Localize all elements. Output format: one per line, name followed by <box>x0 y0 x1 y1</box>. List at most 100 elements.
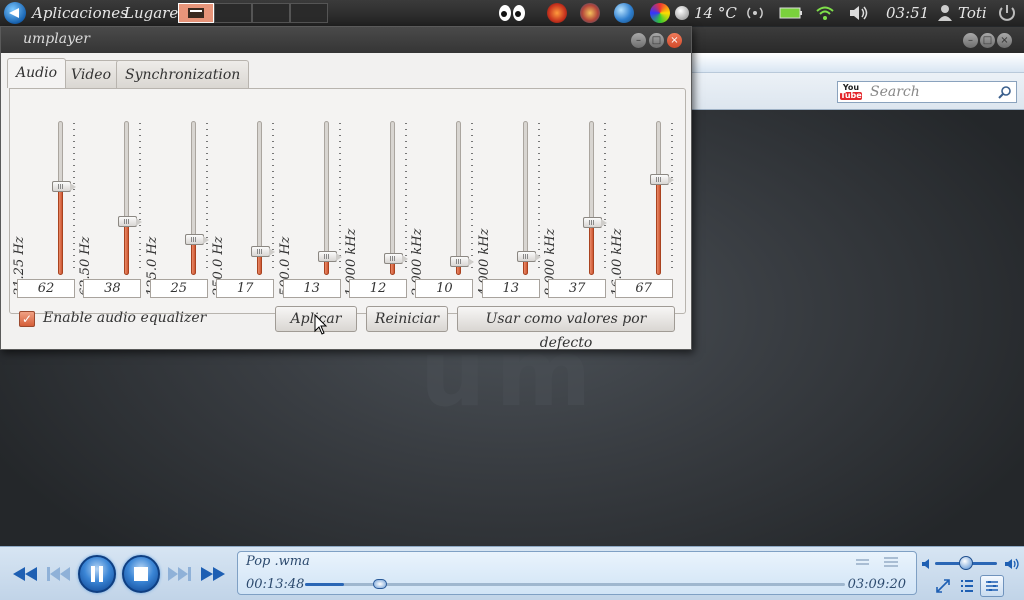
time-elapsed: 00:13:48 <box>246 577 305 592</box>
band-value-field[interactable]: 12 <box>349 279 407 298</box>
app-tray-icon[interactable] <box>580 3 600 23</box>
minimize-icon[interactable]: – <box>631 33 646 48</box>
stop-button[interactable] <box>122 555 160 593</box>
minimize-icon[interactable]: – <box>963 33 978 48</box>
taskbar-button[interactable] <box>290 3 328 23</box>
band-value-field[interactable]: 25 <box>149 279 208 298</box>
band-slider-handle[interactable] <box>384 252 408 264</box>
band-slider-handle[interactable] <box>251 245 276 257</box>
mouse-cursor <box>314 314 328 335</box>
pause-button[interactable] <box>78 555 116 593</box>
top-panel: Aplicaciones Lugares 14 °C 03:51 Toti <box>0 0 1024 26</box>
distro-logo-icon[interactable] <box>4 2 26 24</box>
user-icon[interactable] <box>937 4 953 22</box>
equalizer-band[interactable]: 31.25 Hz <box>12 119 76 299</box>
search-box[interactable]: You Tube <box>837 81 1017 103</box>
power-icon[interactable] <box>996 3 1018 23</box>
control-bar: Pop .wma 00:13:48 03:09:20 <box>0 546 1024 600</box>
seek-bar[interactable] <box>305 579 845 589</box>
band-slider-handle[interactable] <box>52 181 76 193</box>
weather-temperature[interactable]: 14 °C <box>694 0 737 26</box>
playlist-toggle-icon[interactable] <box>882 556 900 568</box>
youtube-icon[interactable]: You Tube <box>840 84 862 100</box>
reset-button[interactable]: Reiniciar <box>366 306 448 332</box>
band-slider-handle[interactable] <box>317 251 342 263</box>
equalizer-band[interactable]: 4.000 kHz <box>477 119 541 299</box>
equalizer-band[interactable]: 250.0 Hz <box>211 119 276 299</box>
app-tray-icon[interactable] <box>547 3 567 23</box>
equalizer-icon <box>986 581 998 591</box>
band-value-field[interactable]: 37 <box>548 279 607 298</box>
band-value-field[interactable]: 13 <box>481 279 540 298</box>
band-slider-track[interactable] <box>390 121 395 275</box>
seek-handle[interactable] <box>373 579 388 589</box>
eyes-icon[interactable] <box>497 4 527 22</box>
band-value-field[interactable]: 17 <box>216 279 275 298</box>
user-name[interactable]: Toti <box>958 0 987 26</box>
network-wireless-icon[interactable] <box>745 4 765 22</box>
chrome-icon[interactable] <box>650 3 670 23</box>
search-input[interactable] <box>868 82 996 102</box>
fast-forward-icon[interactable] <box>200 566 226 582</box>
band-slider-handle[interactable] <box>649 174 674 186</box>
repeat-icon[interactable] <box>854 556 872 568</box>
maximize-icon[interactable]: □ <box>649 33 664 48</box>
tab-synchronization[interactable]: Synchronization <box>116 60 250 88</box>
dialog-titlebar[interactable]: umplayer – □ × <box>1 27 691 53</box>
band-slider-handle[interactable] <box>450 255 475 267</box>
band-slider-track[interactable] <box>456 121 462 275</box>
band-slider-handle[interactable] <box>516 251 541 263</box>
menu-aplicaciones[interactable]: Aplicaciones <box>32 0 128 26</box>
rewind-icon[interactable] <box>12 566 38 582</box>
tab-video[interactable]: Video <box>62 60 121 88</box>
band-tick-marks <box>604 123 607 273</box>
equalizer-band[interactable]: 500.0 Hz <box>278 119 342 299</box>
battery-icon[interactable] <box>779 6 803 20</box>
band-slider-handle[interactable] <box>118 215 143 227</box>
band-value-field[interactable]: 13 <box>282 279 341 298</box>
equalizer-band[interactable]: 16.00 kHz <box>610 119 674 299</box>
set-default-button[interactable]: Usar como valores por defecto <box>457 306 675 351</box>
maximize-icon[interactable]: □ <box>980 33 995 48</box>
band-value-field[interactable]: 62 <box>17 279 75 298</box>
band-frequency-label: 500.0 Hz <box>277 236 293 296</box>
tab-audio[interactable]: Audio <box>7 58 66 88</box>
search-icon[interactable] <box>998 85 1012 99</box>
close-icon[interactable]: × <box>997 33 1012 48</box>
taskbar-button-active[interactable] <box>178 3 214 23</box>
band-slider-handle[interactable] <box>583 217 608 229</box>
band-tick-marks <box>670 123 673 273</box>
equalizer-band[interactable]: 2.000 kHz <box>410 119 475 299</box>
equalizer-band[interactable]: 62.50 Hz <box>78 119 143 299</box>
taskbar-button[interactable] <box>252 3 290 23</box>
taskbar-button[interactable] <box>214 3 252 23</box>
band-slider-handle[interactable] <box>184 234 209 246</box>
volume-low-icon[interactable] <box>920 556 936 572</box>
volume-icon[interactable] <box>848 4 870 22</box>
next-icon[interactable] <box>166 566 192 582</box>
equalizer-band[interactable]: 8.000 kHz <box>543 119 608 299</box>
band-value-field[interactable]: 38 <box>83 279 142 298</box>
wifi-icon[interactable] <box>815 4 835 22</box>
band-value-field[interactable]: 67 <box>614 279 673 298</box>
volume-handle[interactable] <box>959 556 973 570</box>
equalizer-band[interactable]: 1.000 kHz <box>344 119 408 299</box>
previous-icon[interactable] <box>46 566 72 582</box>
equalizer-button[interactable] <box>980 575 1004 597</box>
seek-progress <box>305 583 345 586</box>
fullscreen-icon[interactable] <box>935 578 951 594</box>
equalizer-band[interactable]: 125.0 Hz <box>145 119 209 299</box>
enable-equalizer-checkbox[interactable]: ✓ <box>19 311 35 327</box>
band-value-field[interactable]: 10 <box>415 279 474 298</box>
weather-icon[interactable] <box>675 6 689 20</box>
close-icon[interactable]: × <box>667 33 682 48</box>
menu-lugares[interactable]: Lugares <box>124 0 186 26</box>
playlist-icon[interactable] <box>959 578 975 594</box>
stop-icon <box>134 567 148 581</box>
globe-icon[interactable] <box>614 3 634 23</box>
band-frequency-label: 1.000 kHz <box>344 228 359 296</box>
enable-equalizer-label[interactable]: Enable audio equalizer <box>43 310 206 326</box>
clock[interactable]: 03:51 <box>886 0 929 26</box>
volume-slider[interactable] <box>935 556 997 570</box>
volume-high-icon[interactable] <box>1004 556 1020 572</box>
